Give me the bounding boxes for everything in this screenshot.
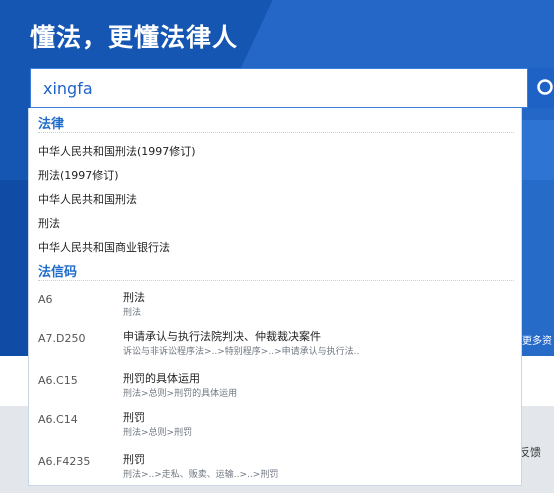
suggestion-law[interactable]: 中华人民共和国刑法(1997修订): [38, 143, 196, 159]
code-id: A7.D250: [38, 332, 86, 345]
more-link[interactable]: 更多资: [522, 332, 552, 347]
code-path: 刑法>总则>刑罚: [123, 428, 193, 438]
code-id: A6.F4235: [38, 455, 91, 468]
search-button[interactable]: [528, 68, 554, 108]
code-title: 申请承认与执行法院判决、仲裁裁决案件: [123, 330, 321, 343]
suggestion-law[interactable]: 刑法(1997修订): [38, 167, 119, 183]
autocomplete-dropdown: 法律 中华人民共和国刑法(1997修订) 刑法(1997修订) 中华人民共和国刑…: [28, 108, 522, 486]
code-title: 刑罚: [123, 453, 145, 466]
code-title: 刑法: [123, 291, 145, 304]
hero-slogan: 懂法，更懂法律人: [30, 23, 239, 52]
feedback-link[interactable]: 反馈: [519, 444, 541, 460]
suggestion-law[interactable]: 中华人民共和国商业银行法: [38, 239, 170, 255]
search-box[interactable]: [30, 68, 528, 108]
suggestion-law[interactable]: 中华人民共和国刑法: [38, 191, 137, 207]
divider: [38, 280, 514, 281]
divider: [38, 132, 514, 133]
code-path: 刑法: [123, 308, 142, 318]
code-path: 刑法>..>走私、贩卖、运输..>..>刑罚: [123, 470, 279, 480]
code-id: A6.C15: [38, 374, 78, 387]
code-path: 刑法>总则>刑罚的具体运用: [123, 389, 238, 399]
suggestion-law[interactable]: 刑法: [38, 215, 60, 231]
code-title: 刑罚的具体运用: [123, 372, 200, 385]
code-id: A6: [38, 293, 53, 306]
group-title-codes: 法信码: [38, 265, 78, 280]
search-icon: [537, 79, 553, 95]
code-title: 刑罚: [123, 411, 145, 424]
code-id: A6.C14: [38, 413, 78, 426]
code-path: 诉讼与非诉讼程序法>..>特别程序>..>申请承认与执行法..: [123, 347, 360, 357]
group-title-laws: 法律: [38, 117, 65, 132]
search-input[interactable]: [31, 69, 527, 107]
